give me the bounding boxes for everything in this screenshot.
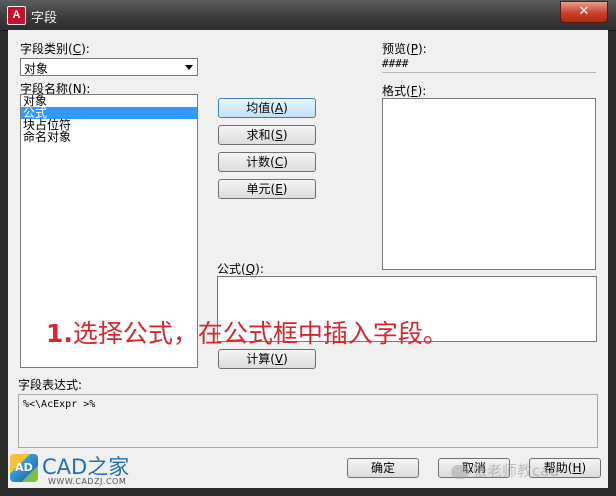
brand-url: WWW.CADZJ.COM xyxy=(48,477,127,486)
format-label: 格式(F): xyxy=(382,84,427,98)
wechat-watermark: 张老师教cad xyxy=(451,460,559,481)
field-category-value: 对象 xyxy=(24,62,49,76)
window-title: 字段 xyxy=(31,11,58,26)
wechat-icon xyxy=(451,464,469,479)
ok-button[interactable]: 确定 xyxy=(347,458,419,478)
annotation-text: 1.选择公式，在公式框中插入字段。 xyxy=(46,319,448,348)
field-expression-box: %<\AcExpr >% xyxy=(18,394,598,448)
list-item[interactable]: 命名对象 xyxy=(21,131,197,143)
formula-label: 公式(Q): xyxy=(217,262,264,276)
autocad-logo-icon: A xyxy=(7,6,26,25)
preview-value: #### xyxy=(382,57,409,70)
field-category-label: 字段类别(C): xyxy=(20,42,90,56)
field-expression-value: %<\AcExpr >% xyxy=(23,399,96,410)
average-button[interactable]: 均值(A) xyxy=(218,98,316,118)
cadzj-logo: AD CAD之家 WWW.CADZJ.COM xyxy=(8,450,178,488)
preview-divider xyxy=(382,72,596,73)
close-button[interactable]: ✕ xyxy=(560,1,608,23)
cell-button[interactable]: 单元(E) xyxy=(218,179,316,199)
cad-cube-icon: AD xyxy=(10,454,38,482)
sum-button[interactable]: 求和(S) xyxy=(218,125,316,145)
evaluate-button[interactable]: 计算(V) xyxy=(218,349,316,369)
title-bar[interactable]: A 字段 ✕ xyxy=(0,0,616,31)
dialog-body: 字段类别(C): 对象 字段名称(N): 对象 公式 块占位符 命名对象 均值(… xyxy=(8,30,608,488)
count-button[interactable]: 计数(C) xyxy=(218,152,316,172)
chevron-down-icon xyxy=(185,65,193,70)
list-item[interactable]: 对象 xyxy=(21,95,197,107)
preview-label: 预览(P): xyxy=(382,42,427,56)
field-category-dropdown[interactable]: 对象 xyxy=(20,58,198,76)
field-expression-label: 字段表达式: xyxy=(18,378,83,392)
format-list[interactable] xyxy=(382,98,596,270)
